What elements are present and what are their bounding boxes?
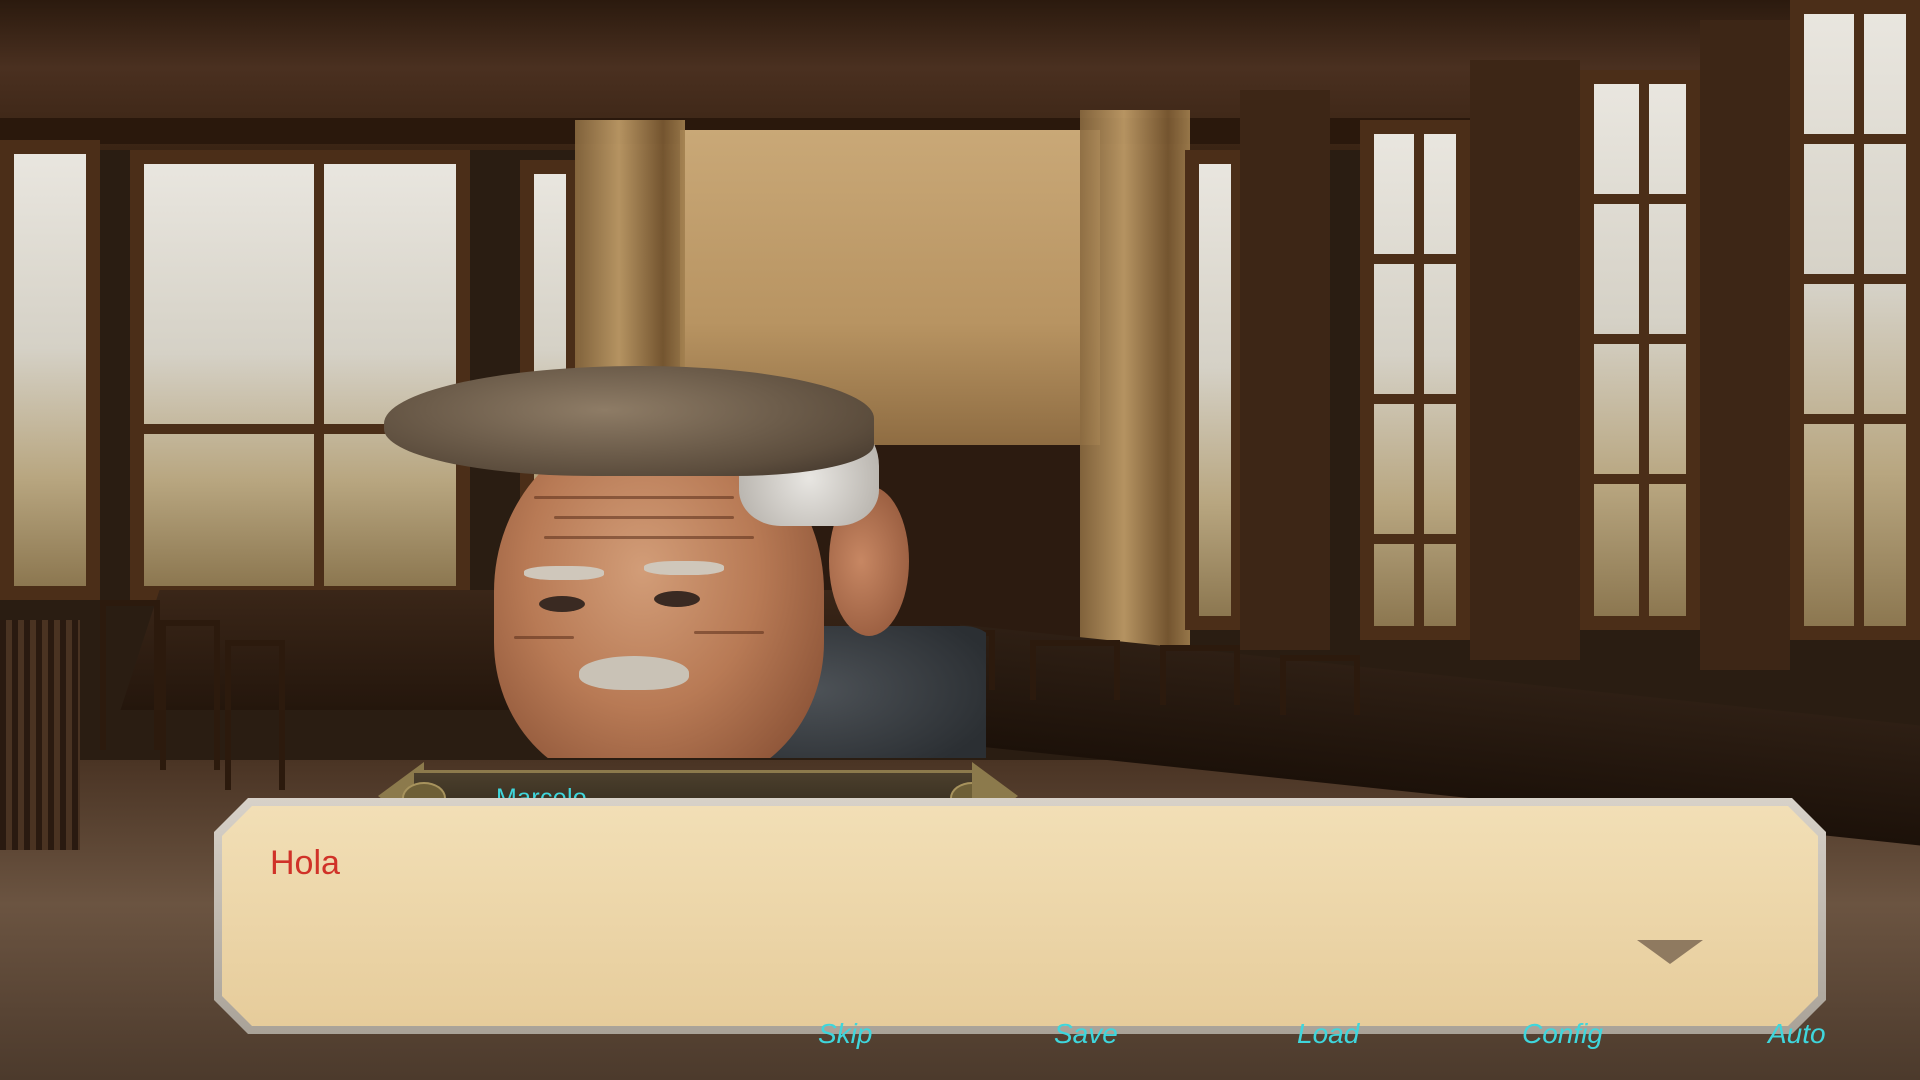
load-button[interactable]: Load <box>1297 1018 1359 1050</box>
character-portrait <box>384 366 986 758</box>
chair <box>100 600 160 750</box>
chair <box>1280 655 1360 715</box>
dialogue-box[interactable] <box>222 806 1818 1026</box>
character-cap <box>384 366 874 476</box>
window-right-3 <box>1580 70 1700 630</box>
curtain-right <box>1080 110 1190 650</box>
save-button[interactable]: Save <box>1054 1018 1118 1050</box>
chair <box>160 620 220 770</box>
advance-arrow-icon[interactable] <box>1637 940 1703 964</box>
pillar-2 <box>1470 60 1580 660</box>
window-left-1 <box>0 140 100 600</box>
skip-button[interactable]: Skip <box>818 1018 872 1050</box>
chair <box>1030 640 1120 700</box>
config-button[interactable]: Config <box>1522 1018 1603 1050</box>
character-mustache <box>579 656 689 690</box>
window-right-2 <box>1360 120 1470 640</box>
window-right-4 <box>1790 0 1920 640</box>
chair <box>1160 645 1240 705</box>
quick-menu: Skip Save Load Config Auto <box>0 1010 1920 1060</box>
chair <box>225 640 285 790</box>
pillar-3 <box>1700 20 1790 670</box>
pillar-1 <box>1240 90 1330 650</box>
radiator <box>0 620 80 850</box>
auto-button[interactable]: Auto <box>1768 1018 1826 1050</box>
dialogue-text: Hola <box>270 844 340 882</box>
window-right-1 <box>1185 150 1245 630</box>
